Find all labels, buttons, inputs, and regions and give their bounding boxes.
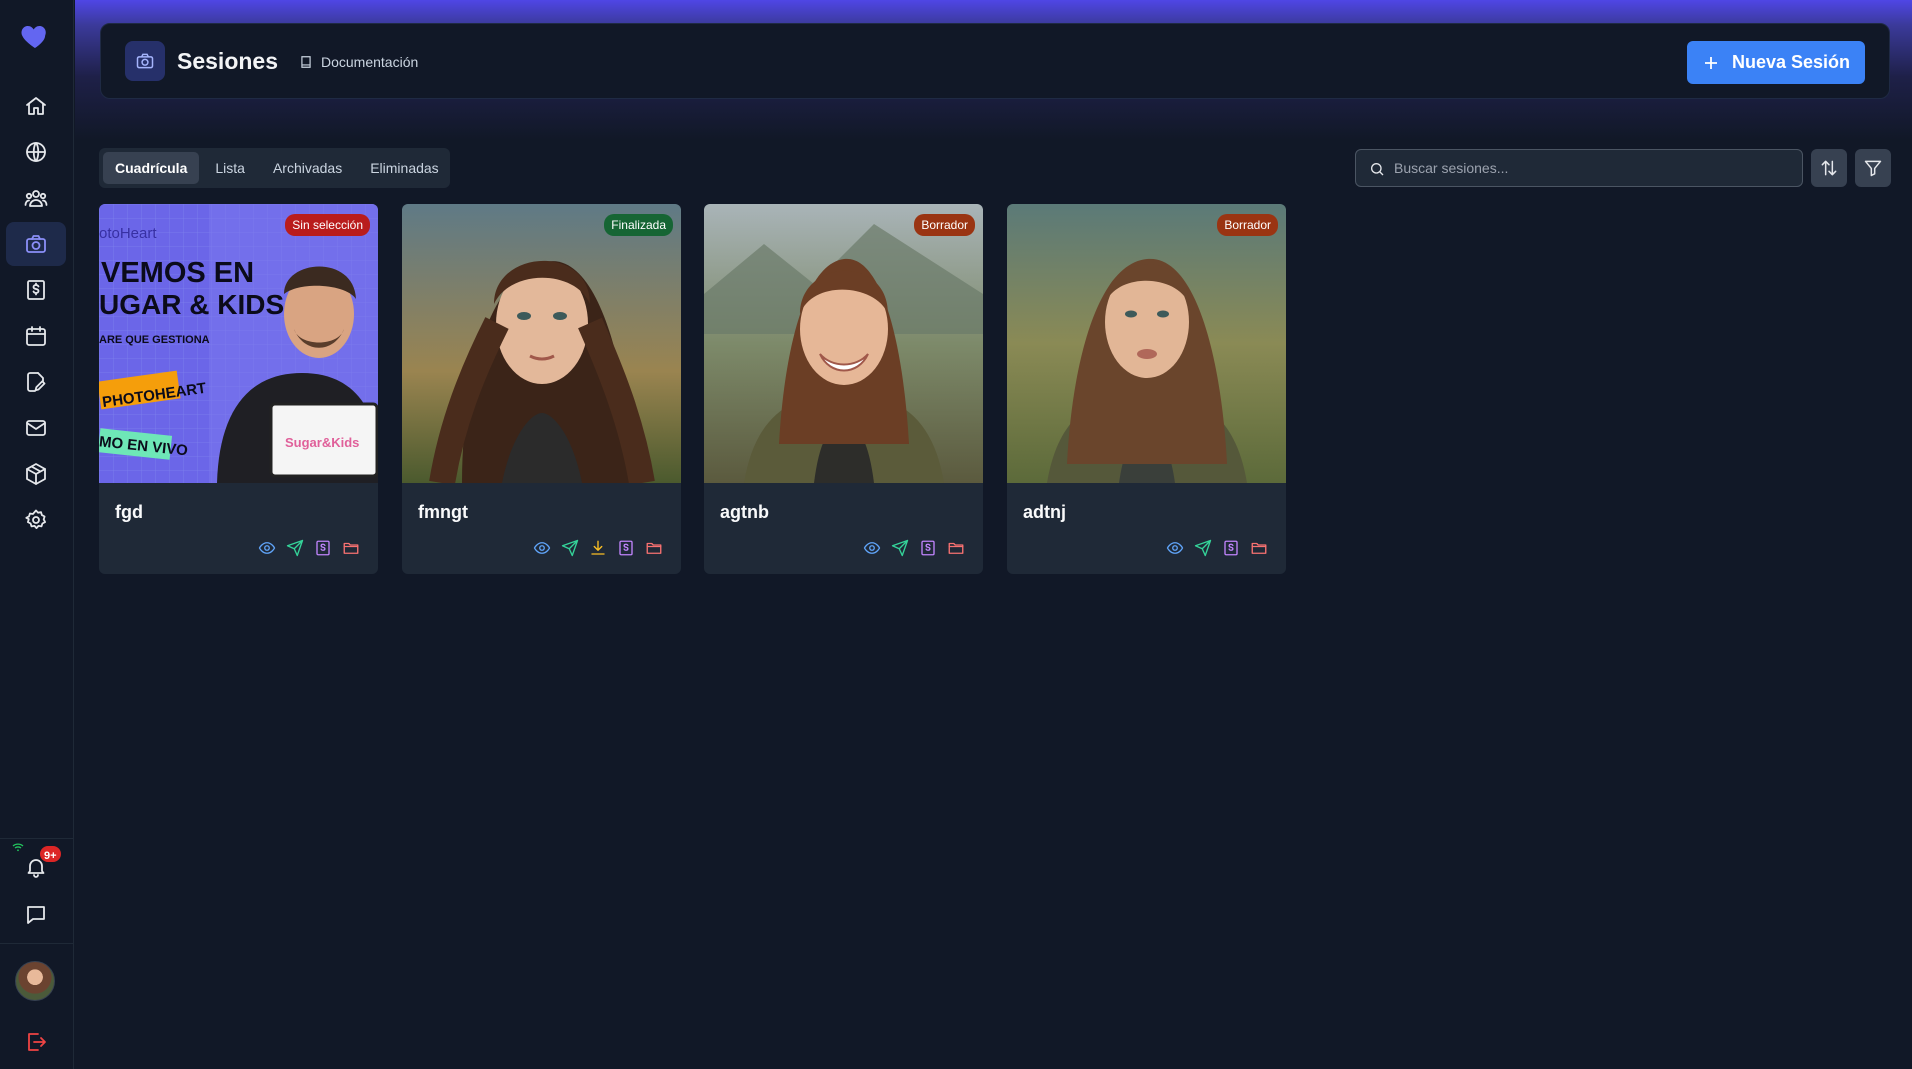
svg-text:UGAR & KIDS: UGAR & KIDS (99, 289, 284, 320)
sort-icon (1821, 160, 1837, 176)
notifications-badge: 9+ (38, 844, 63, 864)
view-icon[interactable] (533, 539, 551, 557)
sidebar-divider (0, 838, 74, 839)
plus-icon (1704, 56, 1717, 69)
nav-sessions[interactable] (6, 222, 66, 266)
camera-icon (136, 53, 154, 69)
nav-calendar[interactable] (6, 314, 66, 358)
tab-deleted[interactable]: Eliminadas (358, 152, 450, 184)
nav-home[interactable] (6, 84, 66, 128)
status-badge: Borrador (914, 214, 975, 236)
sessions-header-icon (125, 41, 165, 81)
send-icon[interactable] (891, 539, 909, 557)
nav-web[interactable] (6, 130, 66, 174)
card-actions (258, 539, 360, 557)
folder-icon[interactable] (947, 539, 965, 557)
documentation-label: Documentación (321, 54, 419, 70)
session-card[interactable]: Finalizada fmngt (402, 204, 681, 574)
send-icon[interactable] (561, 539, 579, 557)
chat-icon (27, 906, 45, 924)
send-icon[interactable] (286, 539, 304, 557)
folder-icon[interactable] (1250, 539, 1268, 557)
session-name: fmngt (418, 502, 468, 522)
nav-products[interactable] (6, 452, 66, 496)
new-session-label: Nueva Sesión (1731, 52, 1851, 72)
session-card[interactable]: Borrador agtnb (704, 204, 983, 574)
globe-icon (26, 142, 46, 162)
avatar[interactable] (15, 961, 55, 1001)
nav-clients[interactable] (6, 176, 66, 220)
thumbnail-overlay-text: otoHeart VEMOS EN UGAR & KIDS ARE QUE GE… (99, 225, 284, 460)
edit-icon (27, 372, 46, 392)
search-icon (1371, 163, 1384, 176)
status-badge: Sin selección (285, 214, 370, 236)
svg-text:MO EN VIVO: MO EN VIVO (99, 433, 189, 459)
heart-logo-icon[interactable] (19, 20, 51, 52)
session-name: adtnj (1023, 502, 1066, 522)
search-box (1355, 149, 1803, 187)
invoice-icon (27, 280, 45, 300)
status-badge: Finalizada (604, 214, 673, 236)
search-input[interactable] (1394, 150, 1794, 186)
session-thumbnail (1007, 204, 1286, 483)
new-session-button[interactable]: Nueva Sesión (1687, 41, 1865, 84)
invoice-icon[interactable] (314, 539, 332, 557)
page-title: Sesiones (177, 48, 278, 74)
nav-mail[interactable] (6, 406, 66, 450)
folder-icon[interactable] (645, 539, 663, 557)
nav-forms[interactable] (6, 360, 66, 404)
tab-grid[interactable]: Cuadrícula (103, 152, 200, 184)
send-icon[interactable] (1194, 539, 1212, 557)
invoice-icon[interactable] (617, 539, 635, 557)
svg-text:PHOTOHEART: PHOTOHEART (101, 380, 207, 411)
home-icon (26, 97, 46, 115)
camera-icon (26, 235, 46, 253)
logout-icon (28, 1033, 46, 1051)
sort-button[interactable] (1811, 149, 1847, 187)
documentation-link[interactable]: Documentación (299, 54, 418, 70)
session-thumbnail (402, 204, 681, 483)
card-actions (1166, 539, 1268, 557)
view-icon[interactable] (1166, 539, 1184, 557)
tab-archived[interactable]: Archivadas (261, 152, 354, 184)
view-tabs: Cuadrícula Lista Archivadas Eliminadas (99, 148, 450, 188)
view-icon[interactable] (863, 539, 881, 557)
folder-icon[interactable] (342, 539, 360, 557)
book-icon (301, 56, 311, 68)
invoice-icon[interactable] (1222, 539, 1240, 557)
invoice-icon[interactable] (919, 539, 937, 557)
svg-text:ARE QUE GESTIONA: ARE QUE GESTIONA (99, 334, 210, 346)
nav-settings[interactable] (6, 498, 66, 542)
settings-icon (25, 509, 46, 529)
card-actions (533, 539, 663, 557)
status-badge: Borrador (1217, 214, 1278, 236)
sidebar-divider (0, 943, 74, 944)
session-thumbnail (704, 204, 983, 483)
nav-chat[interactable] (6, 893, 66, 937)
card-actions (863, 539, 965, 557)
page-header: Sesiones Documentación Nueva Sesión (100, 23, 1890, 99)
filter-icon (1864, 160, 1882, 177)
session-card[interactable]: Sugar&Kids otoHeart VEMOS EN UGAR & KIDS… (99, 204, 378, 574)
nav-logout[interactable] (6, 1020, 66, 1064)
nav-invoices[interactable] (6, 268, 66, 312)
filter-button[interactable] (1855, 149, 1891, 187)
svg-text:otoHeart: otoHeart (99, 225, 157, 242)
svg-text:VEMOS EN: VEMOS EN (101, 257, 254, 289)
view-icon[interactable] (258, 539, 276, 557)
clients-icon (24, 190, 48, 207)
calendar-icon (26, 326, 46, 346)
sidebar: 9+ (0, 0, 74, 1069)
session-name: agtnb (720, 502, 769, 522)
mail-icon (26, 420, 46, 436)
session-name: fgd (115, 502, 143, 522)
package-icon (26, 463, 46, 485)
tab-list[interactable]: Lista (203, 152, 257, 184)
download-icon[interactable] (589, 539, 607, 557)
session-card[interactable]: Borrador adtnj (1007, 204, 1286, 574)
